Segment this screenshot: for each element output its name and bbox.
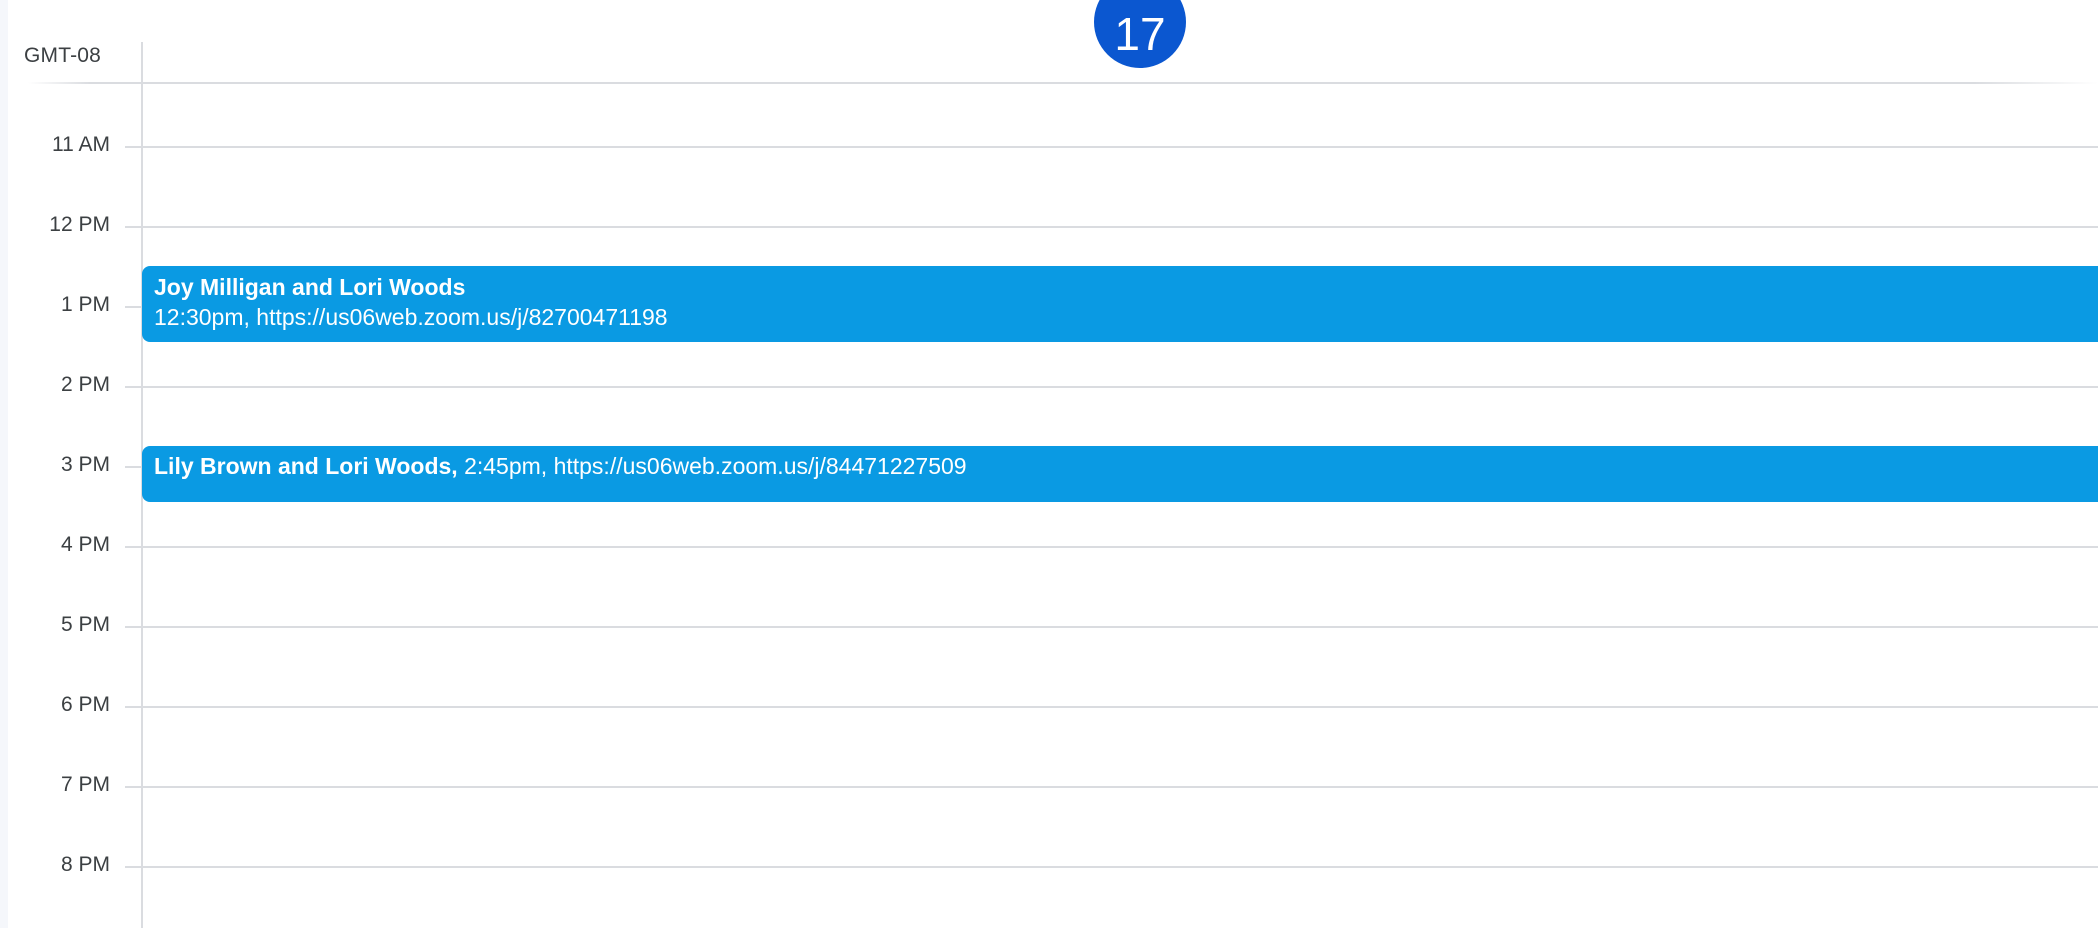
hour-row-12pm[interactable]: 12 PM — [0, 213, 2098, 236]
left-edge-strip — [0, 0, 8, 928]
hour-label: 7 PM — [60, 773, 110, 796]
hour-row-7pm[interactable]: 7 PM — [0, 773, 2098, 796]
event-line: Lily Brown and Lori Woods, 2:45pm, https… — [154, 451, 2098, 481]
hour-gridline — [142, 546, 2098, 548]
hour-row-4pm[interactable]: 4 PM — [0, 533, 2098, 556]
header-divider — [28, 82, 2098, 84]
hour-tick — [125, 146, 142, 148]
hour-gridline — [142, 866, 2098, 868]
hour-label: 8 PM — [60, 853, 110, 876]
hour-label: 1 PM — [60, 293, 110, 316]
timezone-label: GMT-08 — [24, 44, 102, 67]
hour-label: 5 PM — [60, 613, 110, 636]
hour-tick — [125, 466, 142, 468]
hour-tick — [125, 866, 142, 868]
event-title: Lily Brown and Lori Woods, — [154, 453, 458, 479]
hour-label: 2 PM — [60, 373, 110, 396]
hour-gridline — [142, 146, 2098, 148]
calendar-day-view: GMT-08 17 11 AM 12 PM 1 PM 2 PM 3 PM 4 P… — [0, 0, 2098, 928]
hour-row-5pm[interactable]: 5 PM — [0, 613, 2098, 636]
hour-row-8pm[interactable]: 8 PM — [0, 853, 2098, 876]
hour-tick — [125, 226, 142, 228]
hour-label: 4 PM — [60, 533, 110, 556]
today-date-button[interactable]: 17 — [1094, 0, 1186, 68]
hour-row-2pm[interactable]: 2 PM — [0, 373, 2098, 396]
hour-label: 11 AM — [52, 133, 110, 156]
hour-gridline — [142, 706, 2098, 708]
hour-gridline — [142, 226, 2098, 228]
event-details: 12:30pm, https://us06web.zoom.us/j/82700… — [154, 304, 668, 330]
hour-label: 6 PM — [60, 693, 110, 716]
hour-tick — [125, 546, 142, 548]
hour-row-11am[interactable]: 11 AM — [0, 133, 2098, 156]
hour-tick — [125, 786, 142, 788]
calendar-event[interactable]: Joy Milligan and Lori Woods 12:30pm, htt… — [142, 266, 2098, 342]
calendar-event[interactable]: Lily Brown and Lori Woods, 2:45pm, https… — [142, 446, 2098, 502]
hour-row-6pm[interactable]: 6 PM — [0, 693, 2098, 716]
hour-tick — [125, 626, 142, 628]
event-details: 2:45pm, https://us06web.zoom.us/j/844712… — [464, 453, 967, 479]
hour-label: 12 PM — [49, 213, 110, 236]
hour-tick — [125, 706, 142, 708]
hour-gridline — [142, 386, 2098, 388]
hour-label: 3 PM — [60, 453, 110, 476]
hour-tick — [125, 306, 142, 308]
event-title: Joy Milligan and Lori Woods — [154, 274, 466, 300]
hour-tick — [125, 386, 142, 388]
hour-gridline — [142, 626, 2098, 628]
hour-gridline — [142, 786, 2098, 788]
